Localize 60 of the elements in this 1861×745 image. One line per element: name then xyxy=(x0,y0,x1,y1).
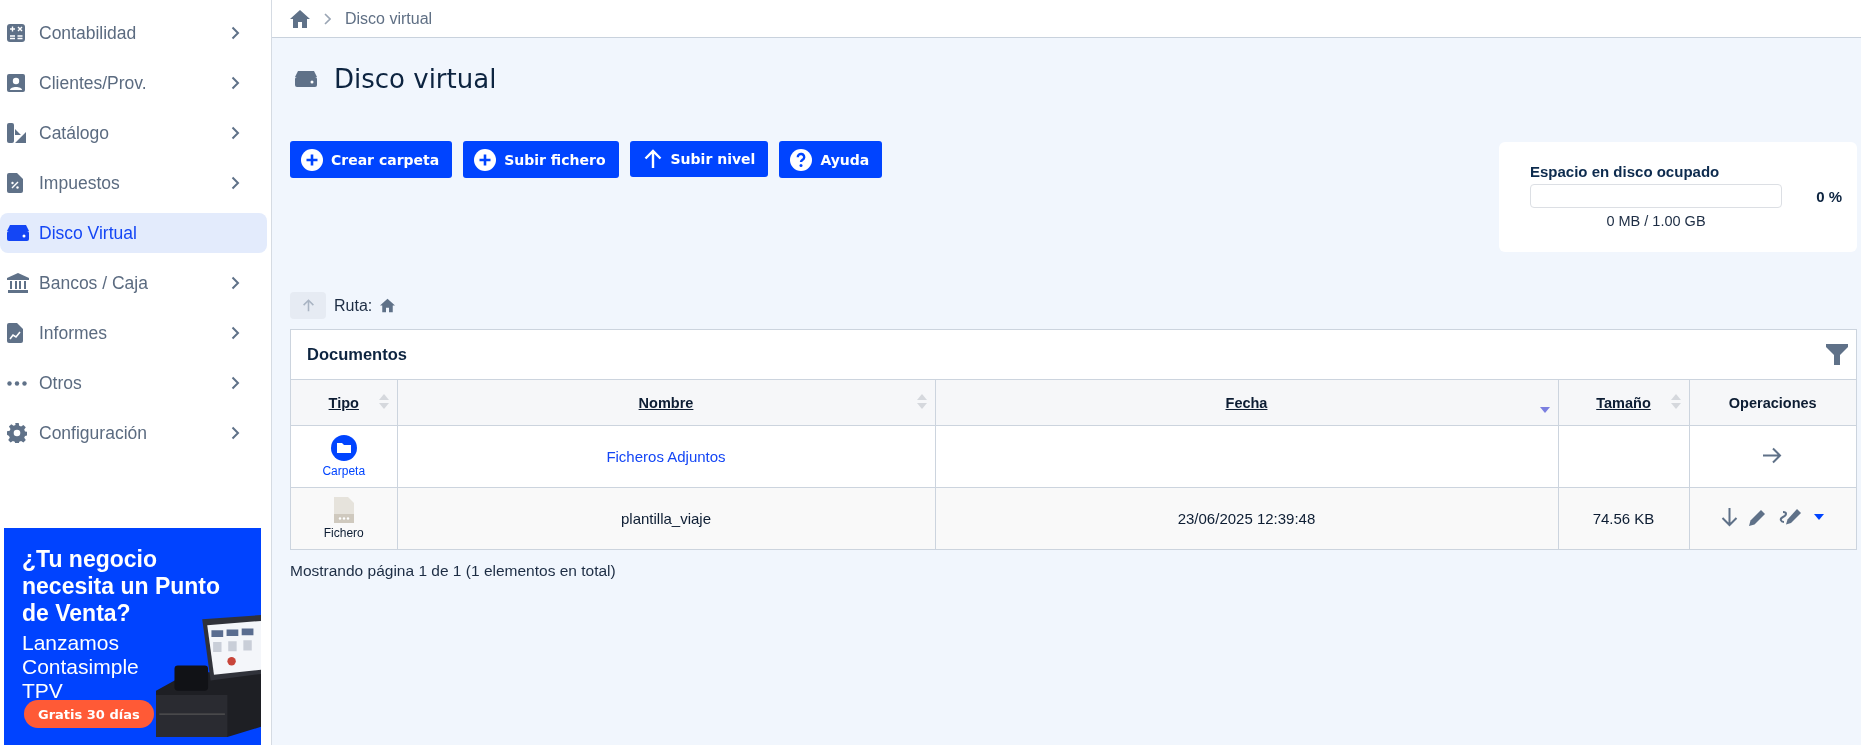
page-title: Disco virtual xyxy=(334,64,497,94)
toolbar-button[interactable]: Subir fichero xyxy=(463,141,619,178)
sidebar-item[interactable]: Configuración xyxy=(0,413,267,453)
file-name: plantilla_viaje xyxy=(620,510,712,527)
sidebar-item[interactable]: Otros xyxy=(0,363,267,403)
sidebar-item[interactable]: Impuestos xyxy=(0,163,267,203)
signature-icon[interactable] xyxy=(1777,508,1804,526)
percent-document-icon xyxy=(7,173,23,193)
filter-icon[interactable] xyxy=(1826,343,1848,366)
file-type-label: Fichero xyxy=(323,526,364,540)
download-icon[interactable] xyxy=(1721,507,1739,527)
hard-drive-icon xyxy=(7,225,29,241)
promo-banner[interactable]: ¿Tu negocio necesita un Punto de Venta? Lanzamos Contasimple TPV Gratis 30 días xyxy=(4,528,261,745)
breadcrumb-current: Disco virtual xyxy=(345,9,433,28)
disk-usage-percent: 0 % xyxy=(1815,187,1842,205)
chevron-right-icon xyxy=(324,12,331,25)
column-header[interactable]: Fecha xyxy=(1225,394,1268,411)
add-circle-icon xyxy=(474,148,497,171)
promo-text: Lanzamos Contasimple TPV xyxy=(22,631,140,703)
file-type-label: Carpeta xyxy=(322,464,366,478)
catalog-icon xyxy=(7,123,27,143)
arrow-up-icon xyxy=(301,299,315,312)
table-cell: 23/06/2025 12:39:48 xyxy=(1177,510,1316,527)
table-cell: 74.56 KB xyxy=(1592,510,1655,527)
sidebar-item[interactable]: Catálogo xyxy=(0,113,267,153)
pagination-info: Mostrando página 1 de 1 (1 elementos en total) xyxy=(290,562,617,580)
contact-card-icon xyxy=(7,74,25,92)
sidebar-item[interactable]: Clientes/Prov. xyxy=(0,63,267,103)
sidebar-item[interactable]: Bancos / Caja xyxy=(0,263,267,303)
folder-link[interactable]: Ficheros Adjuntos xyxy=(606,448,726,465)
add-circle-icon xyxy=(301,148,323,171)
disk-usage-text: 0 MB / 1.00 GB xyxy=(1605,213,1707,229)
path-label: Ruta: xyxy=(334,296,373,315)
table-title: Documentos xyxy=(307,345,407,364)
home-icon xyxy=(380,298,396,313)
calculator-icon xyxy=(7,24,25,42)
toolbar-button[interactable]: Subir nivel xyxy=(629,141,769,177)
more-dots-icon xyxy=(7,380,27,386)
disk-usage-title: Espacio en disco ocupado xyxy=(1530,163,1721,180)
folder-icon[interactable] xyxy=(330,435,357,461)
bank-icon xyxy=(7,273,29,293)
arrow-right-icon[interactable] xyxy=(1763,446,1783,464)
pencil-icon[interactable] xyxy=(1749,508,1767,526)
help-icon xyxy=(790,148,813,171)
toolbar-button[interactable]: Ayuda xyxy=(779,141,883,178)
arrow-up-icon xyxy=(642,149,663,169)
sidebar-item[interactable]: Disco Virtual xyxy=(0,213,267,253)
column-header: Operaciones xyxy=(1728,394,1817,411)
home-icon xyxy=(290,8,310,29)
promo-headline: ¿Tu negocio necesita un Punto de Venta? xyxy=(22,546,222,627)
column-header[interactable]: Tipo xyxy=(328,394,359,411)
hard-drive-icon xyxy=(295,71,317,87)
sidebar-item[interactable]: Informes xyxy=(0,313,267,353)
settings-icon xyxy=(7,423,27,443)
toolbar-button[interactable]: Crear carpeta xyxy=(290,141,453,178)
caret-down-icon[interactable] xyxy=(1814,514,1825,520)
column-header[interactable]: Nombre xyxy=(638,394,694,411)
chart-document-icon xyxy=(7,323,23,343)
column-header[interactable]: Tamaño xyxy=(1596,394,1651,411)
sidebar-item[interactable]: Contabilidad xyxy=(0,13,267,53)
